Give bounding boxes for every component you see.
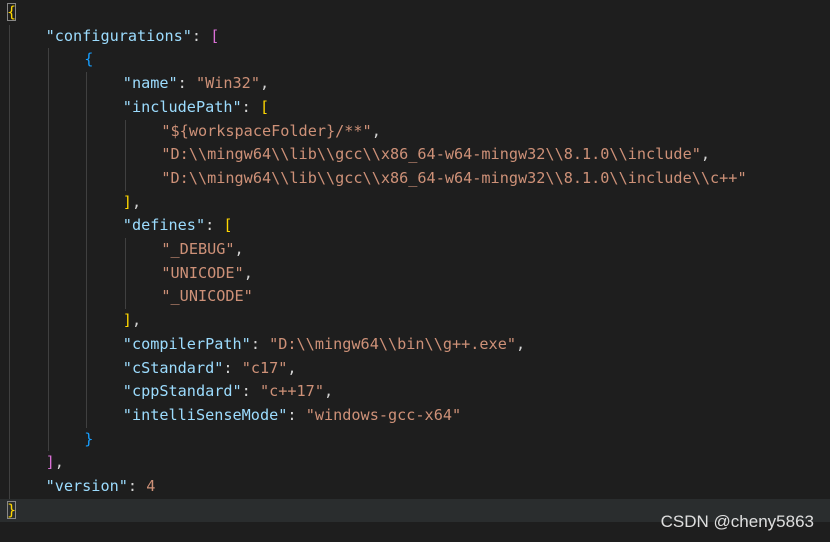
code-token: : — [127, 477, 147, 495]
code-token: { — [84, 50, 94, 69]
code-token: , — [371, 121, 381, 140]
code-line[interactable]: "intelliSenseMode": "windows-gcc-x64" — [0, 404, 830, 428]
code-line[interactable]: } — [0, 428, 830, 452]
code-token: ] — [122, 192, 132, 211]
code-token: { — [7, 3, 17, 21]
code-line[interactable]: "${workspaceFolder}/**", — [0, 120, 830, 144]
code-token: [ — [210, 26, 220, 45]
code-token: "_DEBUG" — [161, 240, 235, 258]
code-line[interactable]: "compilerPath": "D:\\mingw64\\bin\\g++.e… — [0, 333, 830, 357]
code-token: , — [54, 453, 64, 472]
code-line[interactable]: "_DEBUG", — [0, 238, 830, 262]
code-token: : — [223, 358, 242, 377]
code-token: ] — [45, 453, 55, 472]
code-token: , — [131, 311, 142, 330]
code-line[interactable]: ], — [0, 309, 830, 333]
code-line[interactable]: ], — [0, 451, 830, 475]
code-token: : — [241, 97, 260, 116]
code-token: "D:\\mingw64\\bin\\g++.exe" — [269, 334, 516, 353]
code-token: "D:\\mingw64\\lib\\gcc\\x86_64-w64-mingw… — [161, 168, 747, 187]
code-line[interactable]: ], — [0, 191, 830, 215]
code-token: "includePath" — [122, 97, 242, 116]
code-token: [ — [259, 97, 270, 116]
code-token: "cppStandard" — [122, 382, 242, 401]
code-token: , — [243, 263, 253, 282]
code-token: "${workspaceFolder}/**" — [161, 121, 372, 140]
code-token: 4 — [146, 477, 156, 495]
code-token: [ — [223, 216, 233, 235]
code-token: , — [287, 358, 297, 377]
code-token: ] — [122, 311, 132, 330]
code-token: "_UNICODE" — [161, 287, 253, 306]
code-token: "c++17" — [259, 382, 324, 401]
code-line[interactable]: "includePath": [ — [0, 96, 830, 120]
code-token: , — [131, 192, 142, 211]
code-token: , — [259, 74, 270, 93]
code-line[interactable]: "cStandard": "c17", — [0, 357, 830, 381]
code-token: "name" — [122, 74, 178, 93]
code-line[interactable]: { — [0, 48, 830, 72]
code-line[interactable]: { — [0, 1, 830, 25]
code-line[interactable]: "configurations": [ — [0, 25, 830, 49]
code-token: : — [177, 74, 196, 93]
code-line[interactable]: "defines": [ — [0, 214, 830, 238]
code-token: "c17" — [241, 358, 288, 377]
code-line[interactable]: "version": 4 — [0, 475, 830, 499]
code-token: "compilerPath" — [122, 334, 251, 353]
code-token: "D:\\mingw64\\lib\\gcc\\x86_64-w64-mingw… — [161, 145, 701, 164]
code-line[interactable]: "D:\\mingw64\\lib\\gcc\\x86_64-w64-mingw… — [0, 167, 830, 191]
code-editor[interactable]: {"configurations": [{"name": "Win32", "in… — [0, 0, 830, 542]
code-token: "Win32" — [195, 74, 260, 93]
code-token: } — [7, 500, 17, 519]
code-token: : — [191, 26, 211, 45]
code-token: , — [700, 145, 711, 164]
code-token: "intelliSenseMode" — [122, 405, 288, 424]
watermark: CSDN @cheny5863 — [660, 512, 814, 531]
code-line[interactable]: "_UNICODE" — [0, 285, 830, 309]
code-line[interactable]: "name": "Win32", — [0, 72, 830, 96]
code-line[interactable]: "D:\\mingw64\\lib\\gcc\\x86_64-w64-mingw… — [0, 143, 830, 167]
code-token: "configurations" — [45, 26, 192, 45]
code-token: : — [241, 382, 260, 401]
code-token: : — [287, 405, 306, 424]
code-token: , — [323, 382, 334, 401]
code-token: : — [205, 216, 224, 235]
code-token: } — [84, 429, 94, 448]
code-token: "version" — [45, 477, 128, 495]
code-token: , — [516, 334, 526, 353]
code-token: "cStandard" — [122, 358, 224, 377]
code-token: "windows-gcc-x64" — [305, 405, 462, 424]
code-line[interactable]: "UNICODE", — [0, 262, 830, 286]
code-line[interactable]: "cppStandard": "c++17", — [0, 380, 830, 404]
code-token: , — [234, 240, 244, 258]
code-token: "UNICODE" — [161, 263, 244, 282]
code-token: : — [250, 334, 270, 353]
code-token: "defines" — [122, 216, 206, 235]
